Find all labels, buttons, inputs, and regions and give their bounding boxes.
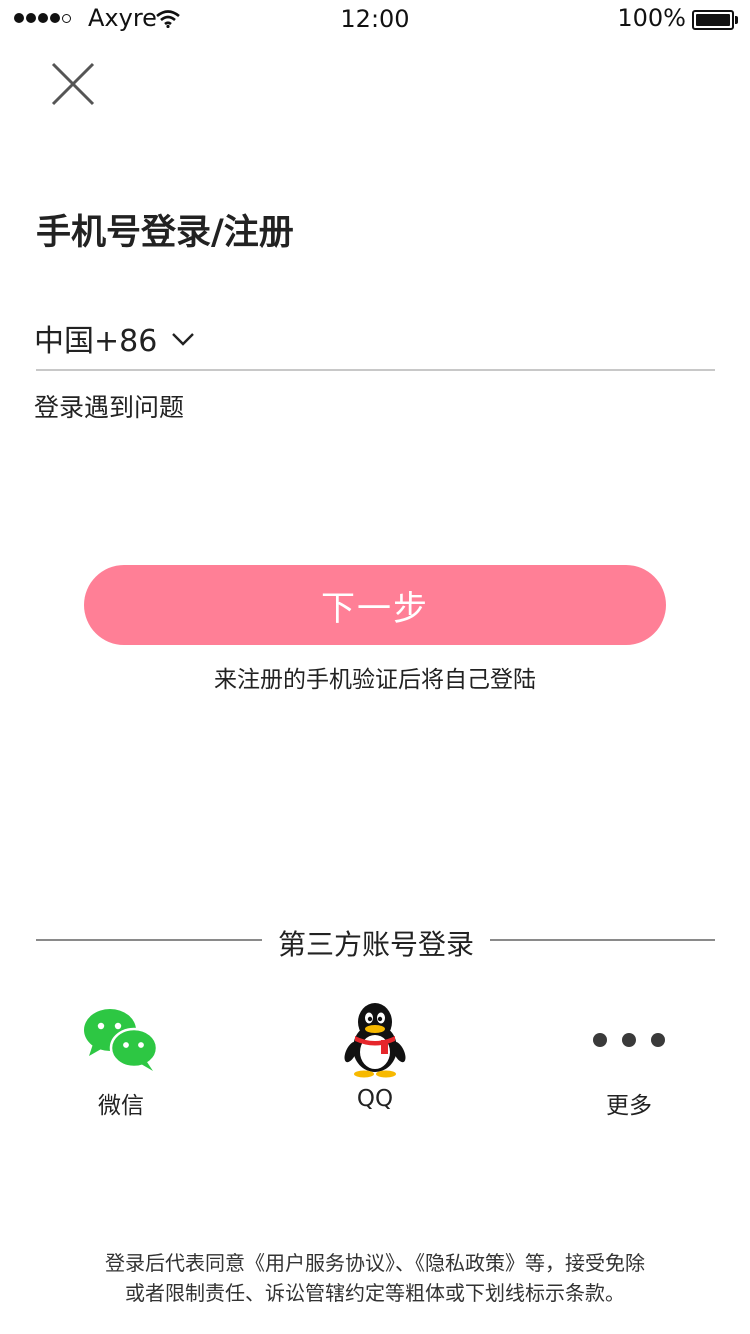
qq-label: QQ bbox=[356, 1086, 394, 1112]
wechat-icon bbox=[84, 1009, 159, 1071]
country-code-selector[interactable]: 中国+86 bbox=[34, 316, 195, 360]
next-button[interactable]: 下一步 bbox=[84, 565, 666, 645]
qq-penguin-icon bbox=[344, 1003, 406, 1078]
more-login-options-button[interactable]: 更多 bbox=[554, 1002, 704, 1120]
input-underline bbox=[36, 369, 715, 371]
terms-notice: 登录后代表同意《用户服务协议》、《隐私政策》等，接受免除 或者限制责任、诉讼管辖… bbox=[60, 1248, 690, 1308]
divider-right bbox=[490, 939, 715, 941]
chevron-down-icon bbox=[172, 333, 195, 346]
wechat-label: 微信 bbox=[98, 1093, 144, 1119]
more-dots-icon bbox=[593, 1033, 665, 1047]
terms-line-1: 登录后代表同意《用户服务协议》、《隐私政策》等，接受免除 bbox=[105, 1251, 645, 1275]
close-button[interactable] bbox=[46, 58, 100, 112]
divider-left bbox=[36, 939, 262, 941]
more-label: 更多 bbox=[606, 1093, 652, 1119]
battery-percentage: 100% bbox=[617, 4, 686, 32]
terms-line-2: 或者限制责任、诉讼管辖约定等粗体或下划线标示条款。 bbox=[125, 1281, 625, 1305]
country-code-label: 中国+86 bbox=[34, 324, 158, 359]
third-party-title: 第三方账号登录 bbox=[277, 928, 474, 961]
qq-login-button[interactable]: QQ bbox=[300, 1002, 450, 1112]
status-bar: Axyre 12:00 100% bbox=[0, 0, 750, 40]
login-help-link[interactable]: 登录遇到问题 bbox=[34, 388, 184, 424]
page-title: 手机号登录/注册 bbox=[36, 213, 294, 253]
phone-number-input[interactable] bbox=[230, 312, 714, 364]
battery-icon bbox=[692, 10, 738, 30]
wechat-login-button[interactable]: 微信 bbox=[46, 1002, 196, 1120]
close-icon bbox=[51, 62, 95, 106]
register-hint: 来注册的手机验证后将自己登陆 bbox=[214, 667, 536, 693]
